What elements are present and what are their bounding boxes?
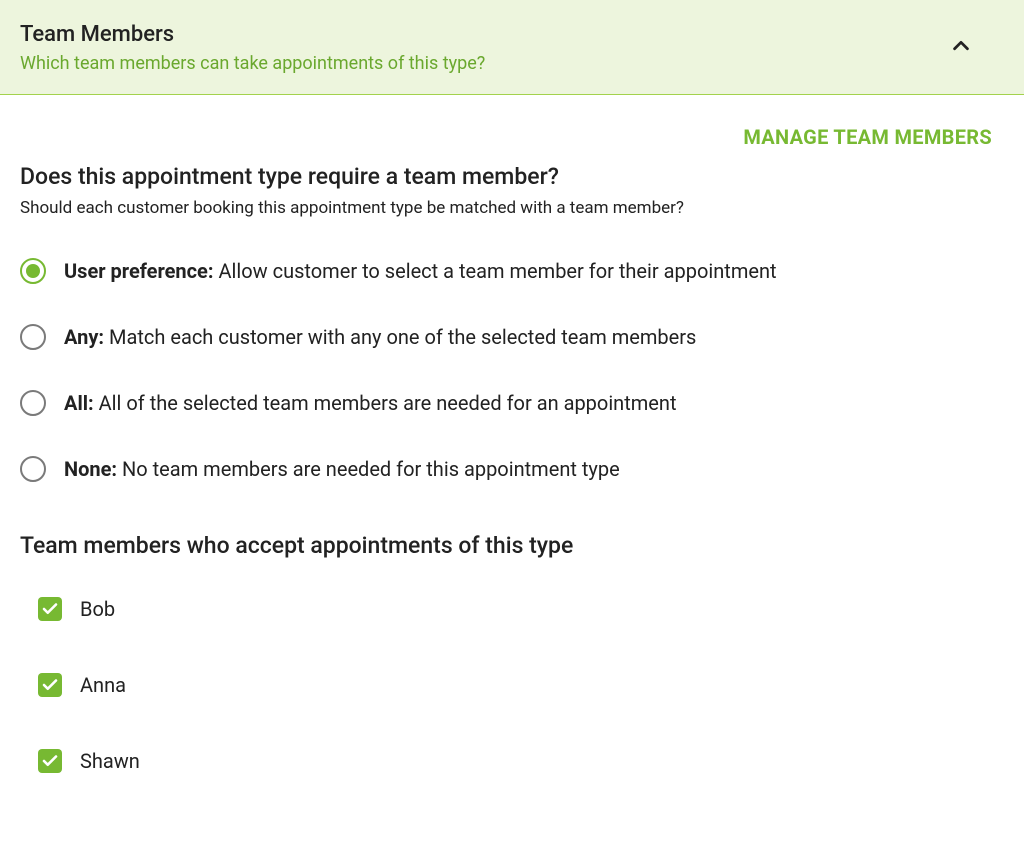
radio-icon (20, 324, 46, 350)
members-section-title: Team members who accept appointments of … (20, 532, 1004, 559)
header-text-block: Team Members Which team members can take… (20, 22, 485, 74)
manage-team-members-link[interactable]: MANAGE TEAM MEMBERS (743, 125, 992, 149)
member-checkbox-bob[interactable]: Bob (38, 597, 1004, 621)
radio-label-rest: Allow customer to select a team member f… (213, 259, 776, 283)
collapse-chevron-icon[interactable] (950, 35, 1004, 61)
checkbox-checked-icon (38, 673, 62, 697)
manage-link-row: MANAGE TEAM MEMBERS (20, 125, 1004, 149)
radio-option-none[interactable]: None: No team members are needed for thi… (20, 456, 1004, 482)
radio-label: All: All of the selected team members ar… (64, 391, 677, 415)
radio-label: User preference: Allow customer to selec… (64, 259, 777, 283)
radio-label-rest: No team members are needed for this appo… (117, 457, 620, 481)
radio-label-rest: Match each customer with any one of the … (104, 325, 696, 349)
radio-icon (20, 258, 46, 284)
radio-label-bold: Any: (64, 325, 104, 349)
radio-icon (20, 390, 46, 416)
radio-option-all[interactable]: All: All of the selected team members ar… (20, 390, 1004, 416)
radio-label-bold: All: (64, 391, 94, 415)
team-members-checkbox-list: Bob Anna Shawn (20, 597, 1004, 773)
radio-option-user-preference[interactable]: User preference: Allow customer to selec… (20, 258, 1004, 284)
team-members-panel-header[interactable]: Team Members Which team members can take… (0, 0, 1024, 95)
member-name: Anna (80, 673, 126, 697)
member-name: Bob (80, 597, 115, 621)
radio-icon (20, 456, 46, 482)
radio-label: Any: Match each customer with any one of… (64, 325, 696, 349)
radio-option-any[interactable]: Any: Match each customer with any one of… (20, 324, 1004, 350)
member-name: Shawn (80, 749, 140, 773)
radio-label-bold: None: (64, 457, 117, 481)
panel-title: Team Members (20, 22, 485, 47)
panel-content: MANAGE TEAM MEMBERS Does this appointmen… (0, 95, 1024, 845)
checkbox-checked-icon (38, 749, 62, 773)
require-section-title: Does this appointment type require a tea… (20, 163, 1004, 190)
radio-label-bold: User preference: (64, 259, 213, 283)
checkbox-checked-icon (38, 597, 62, 621)
panel-subtitle: Which team members can take appointments… (20, 53, 485, 74)
require-radio-group: User preference: Allow customer to selec… (20, 258, 1004, 482)
member-checkbox-shawn[interactable]: Shawn (38, 749, 1004, 773)
require-section-description: Should each customer booking this appoin… (20, 198, 1004, 218)
radio-label-rest: All of the selected team members are nee… (94, 391, 677, 415)
radio-label: None: No team members are needed for thi… (64, 457, 620, 481)
member-checkbox-anna[interactable]: Anna (38, 673, 1004, 697)
